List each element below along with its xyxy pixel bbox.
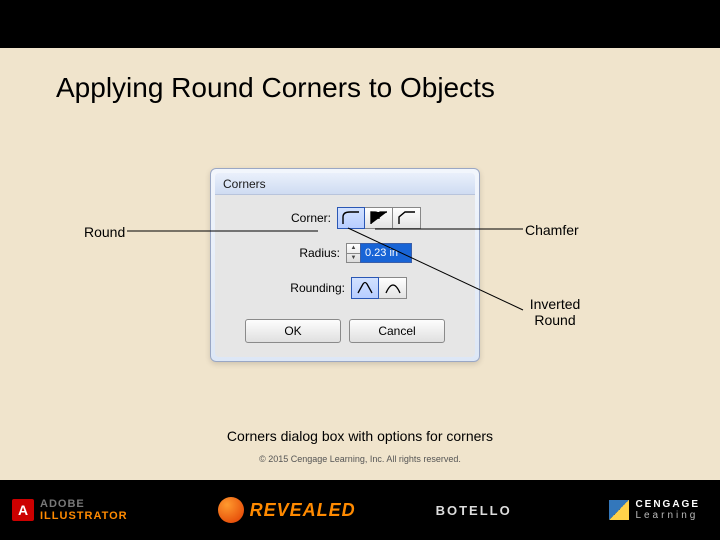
- adobe-illustrator-logo: A ADOBE ILLUSTRATOR: [12, 498, 128, 522]
- rounding-absolute-icon: [356, 281, 374, 295]
- slide-title: Applying Round Corners to Objects: [0, 48, 720, 104]
- round-corner-icon: [342, 211, 360, 225]
- top-bar: [0, 0, 720, 48]
- illustrator-label: ILLUSTRATOR: [40, 510, 128, 522]
- radius-input[interactable]: 0.23 in: [360, 243, 412, 263]
- annotation-inverted-round: Inverted Round: [525, 296, 585, 328]
- radius-label: Radius:: [278, 246, 346, 260]
- corner-type-row: Corner:: [225, 207, 465, 229]
- annotation-chamfer: Chamfer: [525, 222, 579, 238]
- author-name: BOTELLO: [436, 503, 512, 518]
- dialog-titlebar: Corners: [215, 173, 475, 195]
- cengage-mark-icon: [609, 500, 629, 520]
- radius-row: Radius: ▲ ▼ 0.23 in: [225, 243, 465, 263]
- footer-bar: A ADOBE ILLUSTRATOR REVEALED BOTELLO CEN…: [0, 480, 720, 540]
- figure-caption: Corners dialog box with options for corn…: [0, 428, 720, 444]
- corner-type-inverted-round[interactable]: [365, 207, 393, 229]
- cengage-label: CENGAGE: [635, 499, 700, 510]
- rounding-row: Rounding:: [225, 277, 465, 299]
- learning-label: Learning: [635, 510, 700, 521]
- radius-step-up[interactable]: ▲: [347, 244, 360, 254]
- dialog-button-row: OK Cancel: [225, 319, 465, 343]
- radius-step-down[interactable]: ▼: [347, 254, 360, 263]
- annotation-inverted-line1: Inverted: [530, 296, 581, 312]
- rounding-absolute[interactable]: [351, 277, 379, 299]
- radius-step-buttons: ▲ ▼: [346, 243, 360, 263]
- rounding-label: Rounding:: [283, 281, 351, 295]
- cengage-logo: CENGAGE Learning: [609, 499, 700, 521]
- rounding-relative-icon: [384, 281, 402, 295]
- corners-dialog: Corners Corner:: [210, 168, 480, 362]
- annotation-round: Round: [84, 224, 125, 240]
- adobe-label: ADOBE: [40, 498, 128, 510]
- corner-label: Corner:: [269, 211, 337, 225]
- cancel-button[interactable]: Cancel: [349, 319, 445, 343]
- corner-type-round[interactable]: [337, 207, 365, 229]
- ok-button[interactable]: OK: [245, 319, 341, 343]
- adobe-mark-icon: A: [12, 499, 34, 521]
- dialog-body: Corner:: [215, 195, 475, 357]
- corner-type-chamfer[interactable]: [393, 207, 421, 229]
- chamfer-corner-icon: [398, 211, 416, 225]
- annotation-inverted-line2: Round: [534, 312, 575, 328]
- creative-cloud-badge: REVEALED: [218, 497, 356, 523]
- inverted-round-corner-icon: [370, 211, 388, 225]
- creative-cloud-icon: [218, 497, 244, 523]
- revealed-wordmark: REVEALED: [250, 500, 356, 521]
- rounding-relative[interactable]: [379, 277, 407, 299]
- copyright-text: © 2015 Cengage Learning, Inc. All rights…: [0, 454, 720, 464]
- radius-stepper: ▲ ▼ 0.23 in: [346, 243, 412, 263]
